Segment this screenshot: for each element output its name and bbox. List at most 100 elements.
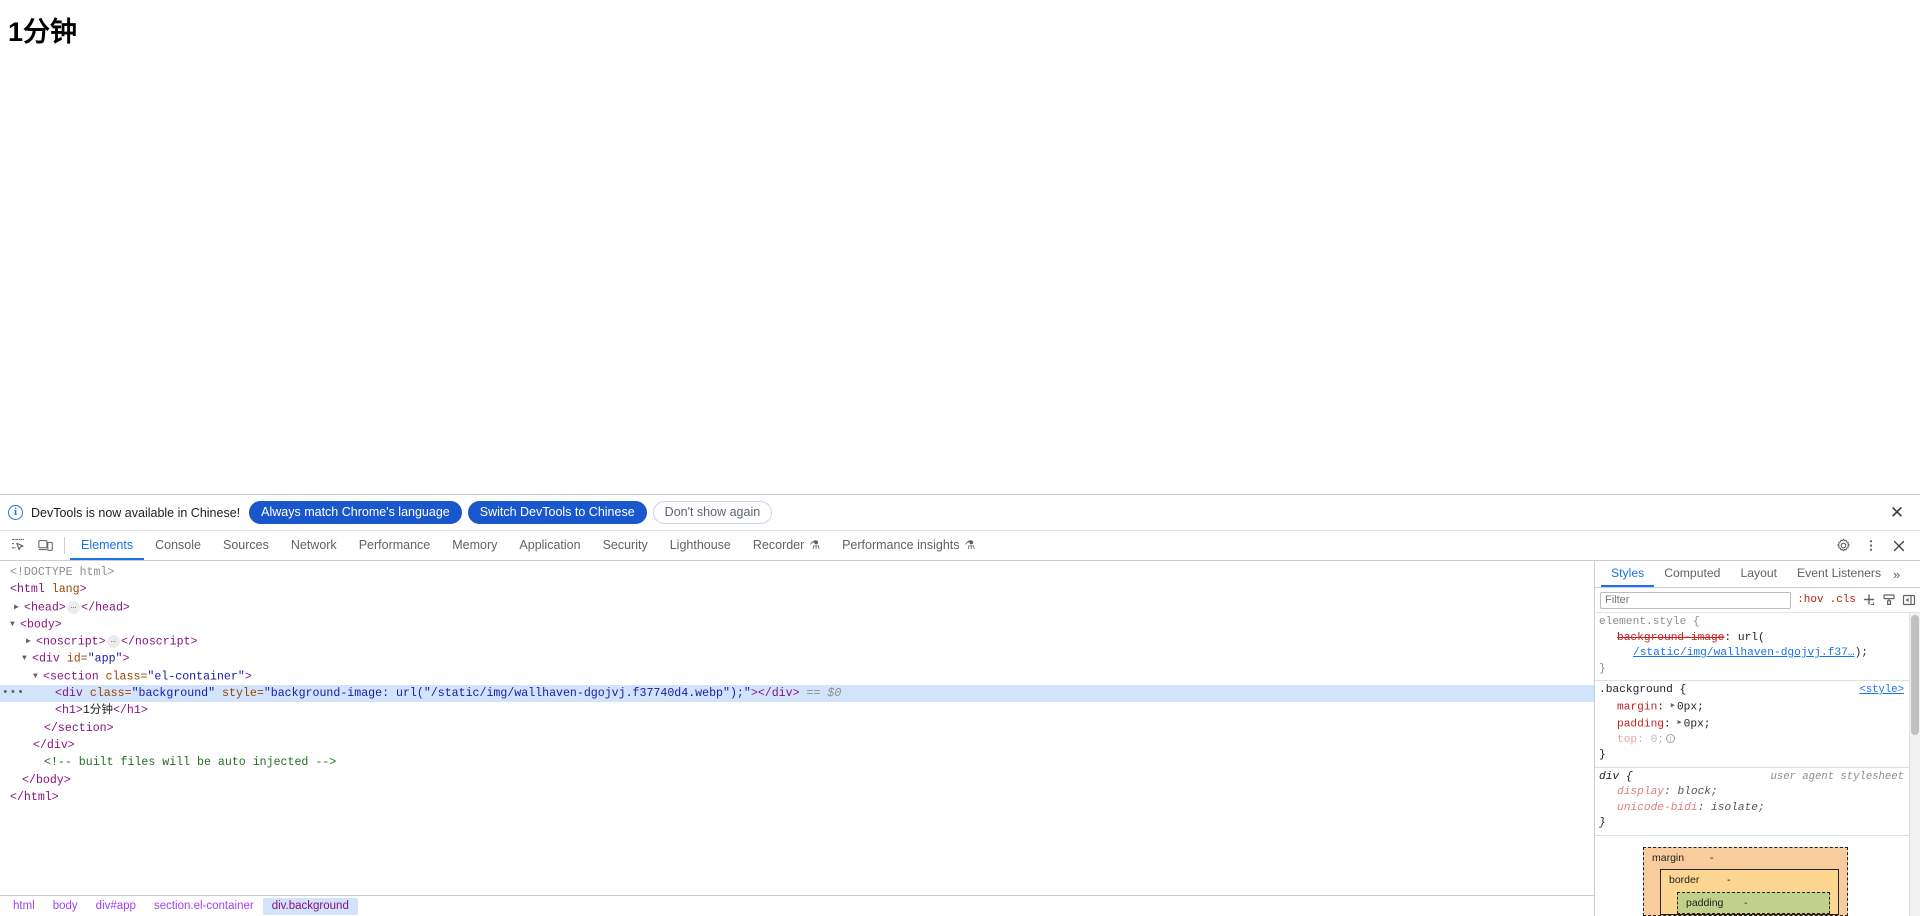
collapse-twisty-icon[interactable]: ▼	[10, 616, 20, 633]
style-paint-icon[interactable]	[1882, 593, 1896, 607]
breadcrumb-item-section-el-container[interactable]: section.el-container	[145, 898, 263, 915]
box-model-padding[interactable]: padding -	[1677, 891, 1830, 914]
dom-tree[interactable]: <!DOCTYPE html> <html lang> ▶ <head>… </he…	[0, 561, 1594, 895]
css-declaration[interactable]: padding: ▶ 0px;	[1599, 716, 1920, 733]
property-value[interactable]: 0px;	[1684, 718, 1711, 730]
dom-row[interactable]: ▶ <noscript>… </noscript>	[0, 633, 1594, 650]
tab-application[interactable]: Application	[508, 531, 591, 560]
rule-origin-link[interactable]: <style>	[1859, 683, 1904, 699]
style-rule-element-style[interactable]: element.style { background-image: url( /…	[1595, 613, 1920, 681]
breadcrumb-item-div-background[interactable]: div.background	[262, 897, 358, 915]
tab-event-listeners[interactable]: Event Listeners	[1787, 561, 1891, 587]
close-icon[interactable]	[1886, 539, 1912, 553]
inspect-cursor-icon[interactable]	[4, 531, 32, 560]
tab-performance[interactable]: Performance	[348, 531, 442, 560]
tab-sources[interactable]: Sources	[212, 531, 280, 560]
tab-computed[interactable]: Computed	[1654, 561, 1730, 587]
tab-recorder[interactable]: Recorder ⚗	[742, 531, 831, 560]
dom-row[interactable]: ▶ <head>… </head>	[0, 599, 1594, 616]
element-badge-icon[interactable]: •••	[2, 688, 24, 699]
collapsed-children-badge[interactable]: …	[106, 635, 120, 649]
gear-icon[interactable]	[1830, 538, 1856, 553]
attribute-value[interactable]: "el-container"	[147, 671, 244, 684]
css-declaration[interactable]: background-image: url(	[1599, 631, 1920, 647]
plus-icon[interactable]	[1862, 593, 1876, 607]
breadcrumb-item-div-app[interactable]: div#app	[87, 898, 145, 915]
style-rule-user-agent-div[interactable]: user agent stylesheet div { display: blo…	[1595, 768, 1920, 836]
tab-console[interactable]: Console	[144, 531, 212, 560]
tag-open: <noscript>	[36, 635, 106, 649]
tab-lighthouse[interactable]: Lighthouse	[659, 531, 742, 560]
css-declaration-link[interactable]: /static/img/wallhaven-dgojvj.f37…);	[1599, 646, 1920, 662]
dom-row-selected[interactable]: ••• <div class="background" style="backgr…	[0, 685, 1594, 703]
collapse-twisty-icon[interactable]: ▼	[22, 650, 32, 667]
hov-toggle-button[interactable]: :hov	[1797, 594, 1823, 606]
dom-row[interactable]: <!DOCTYPE html>	[0, 564, 1594, 581]
dom-row[interactable]: </section>	[0, 720, 1594, 737]
property-value[interactable]: url(	[1738, 632, 1765, 644]
scrollbar-thumb[interactable]	[1911, 615, 1919, 735]
box-model-diagram[interactable]: margin - border - padding -	[1643, 846, 1848, 916]
toggle-sidebar-icon[interactable]	[1902, 593, 1916, 607]
dont-show-again-button[interactable]: Don't show again	[652, 501, 773, 524]
collapsed-children-badge[interactable]: …	[66, 600, 81, 614]
box-model-margin-value[interactable]: -	[1710, 852, 1714, 864]
style-rule-background[interactable]: <style> .background { margin: ▶ 0px; padd…	[1595, 681, 1920, 768]
dom-row[interactable]: <h1>1分钟</h1>	[0, 702, 1594, 719]
dom-row[interactable]: ▼ <body>	[0, 616, 1594, 633]
more-tabs-icon[interactable]: »	[1891, 561, 1904, 587]
expand-shorthand-icon[interactable]: ▶	[1677, 716, 1681, 732]
attribute-value[interactable]: "background"	[132, 687, 216, 700]
tab-memory[interactable]: Memory	[441, 531, 508, 560]
css-declaration-inactive[interactable]: top: 0; i	[1599, 733, 1920, 749]
box-model-margin[interactable]: margin - border - padding -	[1643, 846, 1848, 916]
styles-rules-list[interactable]: element.style { background-image: url( /…	[1595, 613, 1920, 916]
tag-open: <head>	[24, 601, 66, 615]
dom-row[interactable]: <!-- built files will be auto injected -…	[0, 754, 1594, 771]
always-match-chrome-language-button[interactable]: Always match Chrome's language	[249, 501, 462, 524]
tab-elements[interactable]: Elements	[70, 531, 145, 560]
expand-twisty-icon[interactable]: ▶	[26, 633, 36, 650]
dom-row[interactable]: ▼ <div id="app">	[0, 650, 1594, 667]
breadcrumb-item-body[interactable]: body	[44, 898, 87, 915]
tag-open: <body>	[20, 618, 62, 632]
expand-twisty-icon[interactable]: ▶	[14, 599, 24, 616]
tab-styles[interactable]: Styles	[1601, 561, 1655, 587]
expand-shorthand-icon[interactable]: ▶	[1671, 699, 1675, 715]
background-image-url-link[interactable]: /static/img/wallhaven-dgojvj.f37…	[1633, 647, 1855, 659]
tab-performance-insights[interactable]: Performance insights ⚗	[831, 531, 986, 560]
attribute-value[interactable]: "app"	[88, 653, 123, 666]
property-value[interactable]: 0px;	[1677, 701, 1704, 713]
rule-selector[interactable]: .background	[1599, 684, 1673, 696]
styles-pane-scrollbar[interactable]: ▲	[1909, 613, 1920, 916]
dom-row[interactable]: </html>	[0, 789, 1594, 806]
tab-layout[interactable]: Layout	[1730, 561, 1787, 587]
property-name[interactable]: background-image	[1617, 632, 1724, 644]
box-model-margin-label: margin	[1652, 851, 1685, 864]
tab-network[interactable]: Network	[280, 531, 348, 560]
property-name[interactable]: padding	[1617, 718, 1664, 730]
device-toolbar-icon[interactable]	[32, 531, 60, 560]
css-declaration[interactable]: margin: ▶ 0px;	[1599, 699, 1920, 716]
dom-row[interactable]: <html lang>	[0, 581, 1594, 598]
kebab-menu-icon[interactable]	[1858, 538, 1884, 553]
collapse-twisty-icon[interactable]: ▼	[33, 668, 43, 685]
close-icon[interactable]: ✕	[1888, 503, 1906, 522]
property-name[interactable]: margin	[1617, 701, 1657, 713]
attribute-value[interactable]: "background-image: url("/static/img/wall…	[264, 687, 751, 700]
property-value[interactable]: 0;	[1651, 734, 1664, 746]
cls-toggle-button[interactable]: .cls	[1830, 594, 1856, 606]
tab-security[interactable]: Security	[592, 531, 659, 560]
dom-row[interactable]: </body>	[0, 772, 1594, 789]
box-model-border[interactable]: border - padding -	[1660, 869, 1839, 915]
dom-row[interactable]: ▼ <section class="el-container">	[0, 668, 1594, 685]
styles-filter-input[interactable]	[1600, 591, 1792, 609]
box-model-padding-value[interactable]: -	[1744, 897, 1748, 909]
breadcrumb-item-html[interactable]: html	[4, 898, 44, 915]
switch-devtools-to-chinese-button[interactable]: Switch DevTools to Chinese	[467, 501, 647, 524]
box-model-border-value[interactable]: -	[1727, 874, 1731, 886]
info-icon[interactable]: i	[1666, 734, 1676, 744]
dom-row[interactable]: </div>	[0, 737, 1594, 754]
flask-icon: ⚗	[809, 537, 821, 552]
property-name[interactable]: top	[1617, 734, 1637, 746]
